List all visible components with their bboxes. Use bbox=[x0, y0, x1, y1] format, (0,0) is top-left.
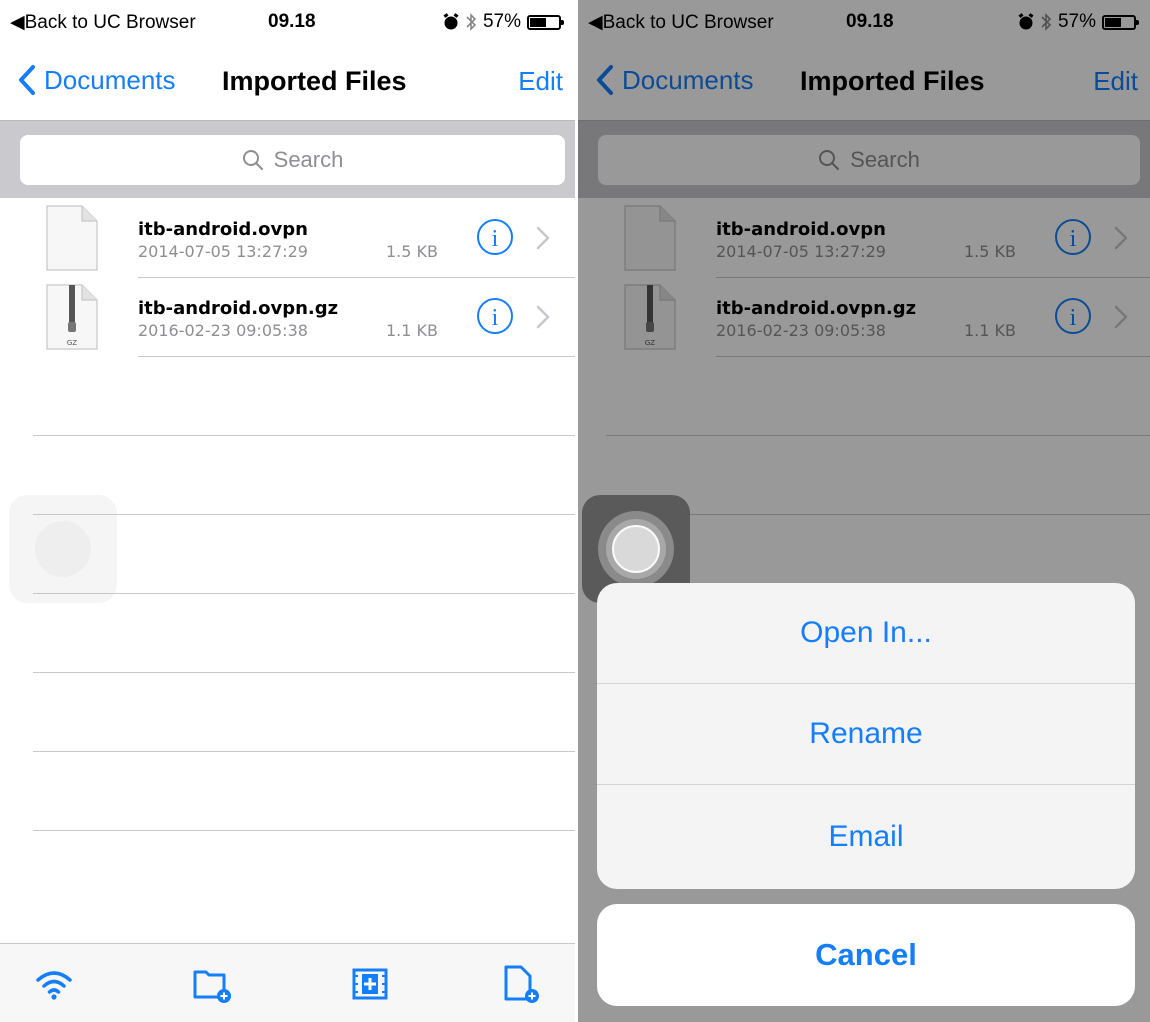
page-title: Imported Files bbox=[222, 66, 407, 96]
row-separator bbox=[33, 830, 575, 831]
open-in-action[interactable]: Open In... bbox=[597, 583, 1135, 684]
chevron-right-icon[interactable] bbox=[536, 305, 550, 329]
search-input[interactable]: Search bbox=[20, 135, 565, 185]
wifi-icon[interactable] bbox=[34, 964, 74, 1004]
search-bar: Search bbox=[0, 120, 575, 198]
chevron-left-icon bbox=[19, 65, 35, 95]
row-separator bbox=[33, 751, 575, 752]
battery-icon bbox=[527, 14, 564, 30]
status-time: 09.18 bbox=[268, 11, 316, 32]
file-size: 1.1 KB bbox=[386, 321, 438, 340]
file-size: 1.5 KB bbox=[386, 242, 438, 261]
row-separator bbox=[138, 356, 575, 357]
row-separator bbox=[33, 672, 575, 673]
svg-text:i: i bbox=[492, 226, 499, 252]
bottom-toolbar bbox=[0, 943, 575, 1022]
bluetooth-icon bbox=[466, 13, 477, 31]
battery-percent: 57% bbox=[482, 11, 521, 32]
info-icon[interactable]: i bbox=[476, 297, 514, 335]
gz-badge: GZ bbox=[67, 339, 77, 347]
file-row[interactable]: itb-android.ovpn 2014-07-05 13:27:29 1.5… bbox=[0, 199, 575, 277]
file-date: 2014-07-05 13:27:29 bbox=[138, 242, 308, 261]
document-icon bbox=[46, 205, 98, 271]
documents-back-button[interactable]: Documents bbox=[18, 64, 176, 96]
row-separator bbox=[33, 435, 575, 436]
action-sheet: Open In... Rename Email bbox=[597, 583, 1135, 889]
navigation-bar: Documents Imported Files Edit bbox=[0, 44, 575, 120]
status-bar: ◀Back to UC Browser 09.18 57% bbox=[0, 0, 575, 44]
status-indicators: 57% bbox=[443, 11, 564, 33]
gz-archive-icon: GZ bbox=[46, 284, 98, 350]
assistive-touch-button[interactable] bbox=[9, 495, 117, 603]
file-name: itb-android.ovpn bbox=[138, 219, 308, 240]
file-row[interactable]: GZ itb-android.ovpn.gz 2016-02-23 09:05:… bbox=[0, 278, 575, 356]
file-date: 2016-02-23 09:05:38 bbox=[138, 321, 308, 340]
info-icon[interactable]: i bbox=[476, 218, 514, 256]
svg-text:i: i bbox=[492, 305, 499, 331]
alarm-icon bbox=[443, 13, 459, 30]
add-media-icon[interactable] bbox=[350, 964, 390, 1004]
search-placeholder: Search bbox=[273, 147, 344, 172]
battery-fill bbox=[530, 17, 546, 27]
edit-button[interactable]: Edit bbox=[518, 66, 563, 97]
file-browser-screen-with-action-sheet: ◀Back to UC Browser 09.18 57% Documents … bbox=[578, 0, 1150, 1022]
file-name: itb-android.ovpn.gz bbox=[138, 298, 339, 319]
email-action[interactable]: Email bbox=[597, 785, 1135, 889]
chevron-right-icon[interactable] bbox=[536, 226, 550, 250]
new-file-icon[interactable] bbox=[500, 964, 540, 1004]
file-browser-screen: ◀Back to UC Browser 09.18 57% Documents … bbox=[0, 0, 575, 1022]
back-to-app-link[interactable]: ◀Back to UC Browser bbox=[10, 11, 196, 34]
search-icon bbox=[242, 150, 263, 170]
back-button-label: Documents bbox=[44, 64, 176, 95]
cancel-button[interactable]: Cancel bbox=[597, 904, 1135, 1006]
new-folder-icon[interactable] bbox=[192, 964, 232, 1004]
rename-action[interactable]: Rename bbox=[597, 684, 1135, 785]
